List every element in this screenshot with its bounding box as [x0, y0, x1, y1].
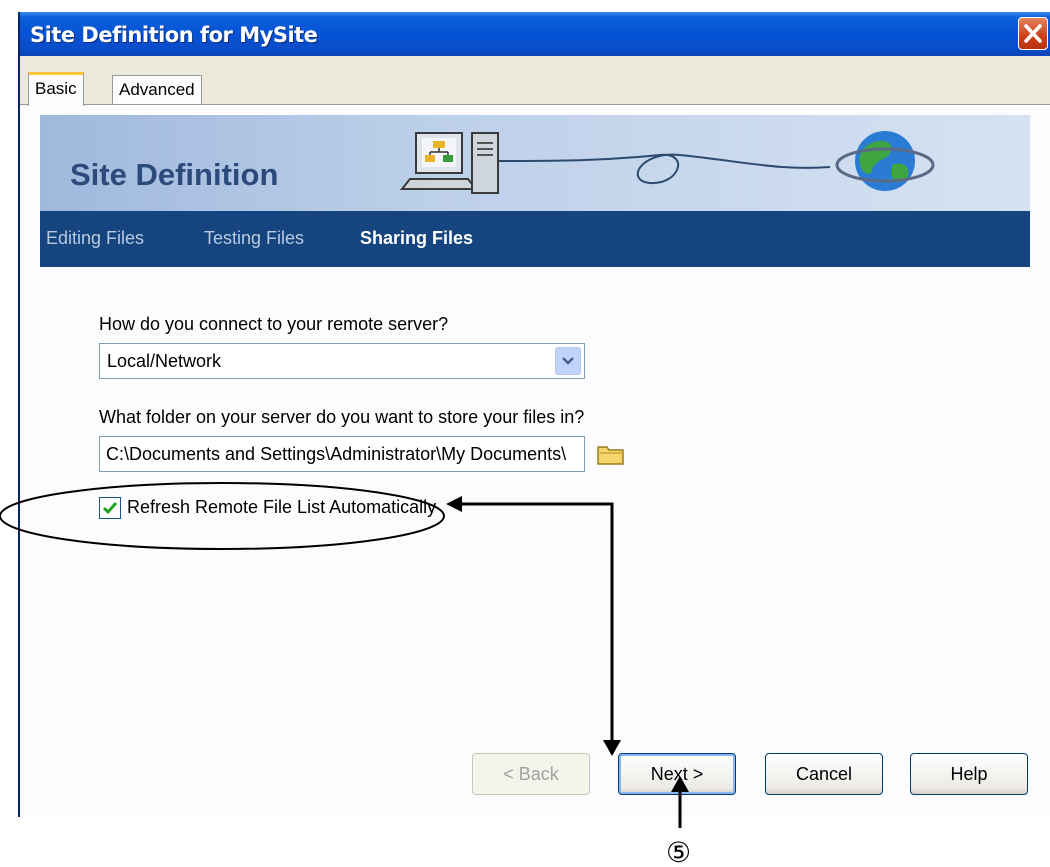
window-title: Site Definition for MySite [30, 23, 318, 47]
cancel-button[interactable]: Cancel [765, 753, 883, 795]
remote-folder-input[interactable] [100, 437, 584, 471]
remote-folder-field[interactable] [99, 436, 585, 472]
connection-method-select[interactable]: Local/Network [99, 343, 585, 379]
wizard-steps-bar: Editing Files Testing Files Sharing File… [40, 211, 1030, 267]
title-bar[interactable]: Site Definition for MySite [20, 12, 1050, 56]
dropdown-button[interactable] [555, 347, 581, 375]
back-button[interactable]: < Back [472, 753, 590, 795]
refresh-remote-checkbox[interactable] [99, 497, 121, 519]
site-definition-dialog: Site Definition for MySite Basic Advance… [18, 12, 1050, 817]
wizard-banner: Site Definition [40, 115, 1030, 211]
browse-folder-icon[interactable] [596, 441, 626, 467]
tab-advanced[interactable]: Advanced [112, 75, 202, 105]
computer-network-illustration [399, 131, 935, 194]
step-number-marker: ⑤ [666, 836, 691, 867]
tab-basic[interactable]: Basic [28, 72, 84, 106]
close-icon [1024, 24, 1042, 43]
connection-method-value: Local/Network [107, 351, 222, 371]
tab-panel-basic: Site Definition Editing Files Testing Fi… [20, 104, 1050, 817]
refresh-remote-label[interactable]: Refresh Remote File List Automatically [127, 497, 436, 518]
chevron-down-icon [562, 357, 574, 365]
close-button[interactable] [1018, 17, 1048, 50]
help-button[interactable]: Help [910, 753, 1028, 795]
next-button[interactable]: Next > [618, 753, 736, 795]
step-sharing-files[interactable]: Sharing Files [360, 228, 473, 249]
connection-question: How do you connect to your remote server… [99, 314, 449, 334]
folder-question: What folder on your server do you want t… [99, 407, 585, 427]
step-editing-files[interactable]: Editing Files [46, 228, 144, 249]
step-testing-files[interactable]: Testing Files [204, 228, 304, 249]
checkmark-icon [102, 502, 118, 515]
